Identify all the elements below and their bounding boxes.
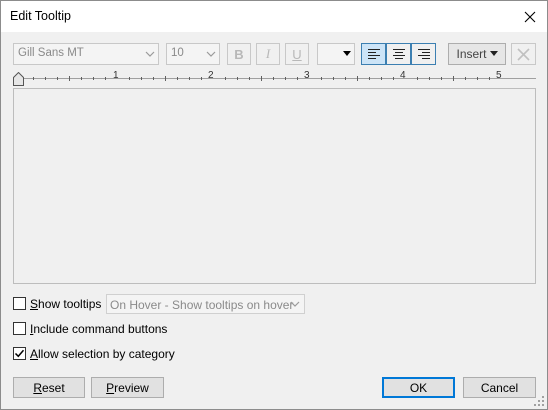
ruler-tick — [441, 77, 442, 80]
font-color-select[interactable] — [317, 43, 355, 65]
include-command-buttons-checkbox[interactable] — [13, 322, 26, 335]
ruler-tick — [201, 77, 202, 80]
allow-selection-label: Allow selection by category — [30, 347, 175, 361]
ruler-tick — [81, 77, 82, 80]
insert-button[interactable]: Insert — [448, 43, 506, 65]
ruler-tick — [165, 76, 166, 81]
allow-selection-checkbox[interactable] — [13, 347, 26, 360]
cancel-button[interactable]: Cancel — [463, 377, 536, 398]
ruler-tick — [225, 77, 226, 80]
reset-label-prefix: R — [33, 380, 42, 395]
reset-label: eset — [41, 380, 65, 395]
ruler-tick — [177, 77, 178, 80]
clear-format-button[interactable] — [511, 43, 536, 65]
ruler-tick — [237, 77, 238, 80]
align-right-button[interactable] — [411, 43, 436, 65]
ruler-mark: 2 — [208, 70, 214, 81]
ruler: 1 2 3 4 5 — [13, 68, 536, 88]
tooltip-mode-select[interactable]: On Hover - Show tooltips on hover — [106, 294, 305, 314]
ruler-tick — [45, 77, 46, 80]
ruler-tick — [489, 77, 490, 80]
cancel-label: Cancel — [480, 380, 519, 395]
close-icon — [524, 11, 536, 22]
checkmark-icon — [14, 349, 25, 358]
ruler-tick — [69, 76, 70, 81]
ruler-tick — [477, 77, 478, 80]
align-center-icon — [392, 49, 405, 59]
italic-label: I — [265, 46, 271, 61]
ruler-mark: 5 — [496, 70, 502, 81]
align-center-button[interactable] — [386, 43, 411, 65]
ruler-tick — [393, 77, 394, 80]
ruler-mark: 4 — [400, 70, 406, 81]
preview-button[interactable]: Preview — [91, 377, 164, 398]
show-tooltips-checkbox[interactable] — [13, 297, 26, 310]
bold-label: B — [234, 46, 244, 62]
ruler-tick — [261, 76, 262, 81]
ruler-tick — [93, 77, 94, 80]
ruler-tick — [141, 77, 142, 80]
clear-x-icon — [517, 47, 530, 61]
ruler-baseline — [13, 78, 536, 79]
tooltip-editor[interactable] — [13, 88, 536, 284]
ruler-tick — [321, 77, 322, 80]
ruler-tick — [153, 77, 154, 80]
close-button[interactable] — [513, 1, 547, 32]
indent-marker-icon[interactable] — [13, 72, 24, 86]
ruler-tick — [129, 77, 130, 80]
ruler-tick — [345, 77, 346, 80]
dropdown-arrow-icon — [343, 51, 351, 56]
ruler-tick — [357, 76, 358, 81]
ruler-mark: 3 — [304, 70, 310, 81]
preview-label-prefix: P — [106, 380, 115, 395]
ruler-tick — [33, 77, 34, 80]
edit-tooltip-dialog: Edit Tooltip Gill Sans MT 10 B I U Inser… — [0, 0, 548, 410]
ruler-tick — [105, 77, 106, 80]
ruler-tick — [333, 77, 334, 80]
chevron-down-icon — [145, 51, 155, 57]
ok-button[interactable]: OK — [382, 377, 455, 398]
ruler-tick — [189, 77, 190, 80]
underline-label: U — [292, 46, 302, 62]
reset-button[interactable]: Reset — [13, 377, 85, 398]
include-command-buttons-label: Include command buttons — [30, 322, 168, 336]
ruler-tick — [417, 77, 418, 80]
font-family-select[interactable]: Gill Sans MT — [13, 43, 159, 65]
ruler-mark: 1 — [113, 70, 119, 81]
ruler-tick — [273, 77, 274, 80]
ruler-tick — [297, 77, 298, 80]
dialog-title: Edit Tooltip — [10, 9, 71, 23]
resize-grip-icon[interactable] — [534, 396, 544, 406]
ruler-tick — [285, 77, 286, 80]
dropdown-arrow-icon — [489, 51, 498, 56]
ruler-tick — [369, 77, 370, 80]
show-tooltips-label: Show tooltips — [30, 297, 102, 311]
bold-button[interactable]: B — [227, 43, 251, 65]
align-right-icon — [417, 49, 430, 59]
ok-label: OK — [409, 380, 428, 395]
font-size-value: 10 — [171, 47, 184, 59]
ruler-tick — [465, 77, 466, 80]
ruler-tick — [429, 77, 430, 80]
font-family-value: Gill Sans MT — [18, 47, 84, 59]
font-size-select[interactable]: 10 — [166, 43, 220, 65]
align-left-button[interactable] — [361, 43, 386, 65]
insert-label: Insert — [456, 47, 487, 61]
italic-button[interactable]: I — [256, 43, 280, 65]
chevron-down-icon — [206, 51, 216, 57]
chevron-down-icon — [290, 301, 300, 307]
ruler-tick — [453, 76, 454, 81]
ruler-tick — [249, 77, 250, 80]
align-left-icon — [367, 49, 380, 59]
tooltip-mode-value: On Hover - Show tooltips on hover — [110, 298, 294, 312]
ruler-tick — [57, 77, 58, 80]
underline-button[interactable]: U — [285, 43, 309, 65]
preview-label: review — [114, 380, 149, 395]
title-bar: Edit Tooltip — [1, 1, 547, 32]
ruler-tick — [381, 77, 382, 80]
